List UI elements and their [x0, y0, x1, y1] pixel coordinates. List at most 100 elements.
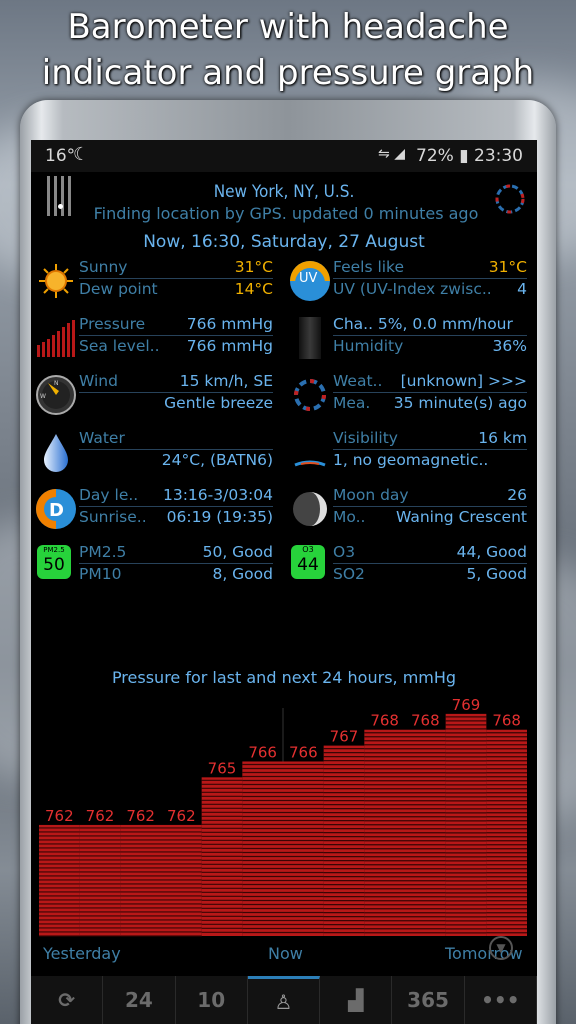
chart-bar [79, 824, 121, 937]
pm-badge-value: 50 [43, 555, 65, 575]
daylight-cell[interactable]: D Day le.. 13:16-3/03:04 Sunrise.. 06:19 (… [31, 486, 279, 530]
chart-bar [161, 824, 202, 937]
chart-data-label: 762 [167, 807, 196, 825]
nav-24-hours[interactable]: 24 [103, 976, 176, 1024]
dew-point-label: Dew point [79, 280, 158, 298]
nav-365-days[interactable]: 365 [392, 976, 465, 1024]
status-bar: 16° ☾ ⇋ ◢ 72% ▮ 23:30 [31, 140, 537, 172]
moon-phase-value: Waning Crescent [396, 508, 527, 526]
precip-cell[interactable]: Cha.. 5%, 0.0 mm/hour Humidity 36% [285, 315, 533, 359]
refresh-spinner-icon[interactable] [493, 182, 527, 216]
chart-data-label: 762 [126, 807, 155, 825]
scroll-down-icon[interactable]: ▼ [489, 936, 513, 960]
chart-data-label: 768 [492, 712, 521, 730]
precip-chance-label: Cha.. 5%, 0.0 mm/hour [333, 315, 513, 333]
headline-line2: indicator and pressure graph [41, 53, 535, 93]
temperature-cell[interactable]: Sunny 31°C Dew point 14°C [31, 258, 279, 302]
moon-cell[interactable]: Moon day 26 Mo.. Waning Crescent [285, 486, 533, 530]
status-temperature: 16° [45, 146, 76, 166]
chart-bar [405, 729, 446, 936]
uv-label: UV (UV-Index zwisc.. [333, 280, 492, 298]
o3-badge-value: 44 [297, 555, 319, 575]
crescent-moon-icon: ☾ [73, 144, 90, 165]
geomagnetic-icon [294, 460, 326, 467]
daylight-icon: D [36, 489, 76, 529]
pm10-value: 8, Good [212, 565, 273, 583]
pm25-value: 50, Good [202, 543, 273, 561]
chart-data-label: 769 [452, 696, 481, 714]
o3-label: O3 [333, 543, 356, 561]
alert-ring-icon [294, 379, 326, 411]
humidity-label: Humidity [333, 337, 404, 355]
signal-icon: ⇋ ◢ [378, 146, 405, 162]
pm10-label: PM10 [79, 565, 122, 583]
pm-badge-top: PM2.5 [43, 546, 65, 554]
wind-cell[interactable]: N W Wind 15 km/h, SE Gentle breeze [31, 372, 279, 416]
chart-bar [283, 761, 324, 936]
sea-level-value: 766 mmHg [186, 337, 273, 355]
pressure-chart[interactable]: 762 762 762 762 765 766 766 767 768 768 769 768 [31, 688, 537, 958]
o3-value: 44, Good [456, 543, 527, 561]
chart-bar [120, 824, 161, 937]
so2-label: SO2 [333, 565, 365, 583]
weather-alert-cell[interactable]: Weat.. [unknown] >>> Mea. 35 minute(s) ago [285, 372, 533, 416]
svg-text:W: W [40, 393, 46, 400]
location-title[interactable]: New York, NY, U.S. [31, 182, 537, 202]
water-drop-icon [44, 434, 68, 472]
dew-point-value: 14°C [234, 280, 273, 298]
chart-title: Pressure for last and next 24 hours, mmH… [111, 668, 457, 687]
nav-10-days[interactable]: 10 [176, 976, 248, 1024]
chart-data-label: 766 [289, 743, 318, 761]
temperature-value: 31°C [234, 258, 273, 276]
chart-data-label: 762 [86, 807, 115, 825]
chart-bar [242, 761, 283, 936]
chart-data-label: 768 [411, 712, 440, 730]
location-status: Finding location by GPS. updated 0 minut… [93, 204, 479, 223]
status-time: 23:30 [474, 146, 523, 166]
weather-value[interactable]: [unknown] >>> [401, 372, 527, 390]
visibility-cell[interactable]: Visibility 16 km 1, no geomagnetic.. [285, 429, 533, 473]
uv-value: 4 [517, 280, 527, 298]
pressure-bars-icon [37, 320, 75, 357]
wind-value: 15 km/h, SE [179, 372, 273, 390]
particulate-cell[interactable]: PM2.5 50 PM2.5 50, Good PM10 8, Good [31, 543, 279, 587]
chart-icon[interactable]: ▟ [320, 976, 393, 1024]
humidity-value: 36% [492, 337, 527, 355]
x-label-now: Now [268, 944, 303, 963]
so2-value: 5, Good [466, 565, 527, 583]
sunrise-value: 06:19 (19:35) [166, 508, 273, 526]
ozone-cell[interactable]: O3 44 O3 44, Good SO2 5, Good [285, 543, 533, 587]
more-icon[interactable]: ••• [465, 976, 537, 1024]
chart-data-label: 765 [208, 759, 237, 777]
app-headline: Barometer with headache indicator and pr… [0, 4, 576, 96]
person-icon[interactable]: ♙ [247, 976, 321, 1024]
uv-cell[interactable]: UV Feels like 31°C UV (UV-Index zwisc.. 4 [285, 258, 533, 302]
x-label-yesterday: Yesterday [43, 944, 121, 963]
current-datetime: Now, 16:30, Saturday, 27 August [143, 232, 425, 252]
chart-bar [486, 729, 527, 936]
battery-icon: ▮ [459, 146, 469, 166]
chart-data-label: 766 [248, 743, 277, 761]
status-right: 72% ▮ 23:30 [416, 146, 523, 166]
measured-value: 35 minute(s) ago [393, 394, 527, 412]
chart-bar [201, 777, 243, 936]
chart-bar [364, 729, 405, 936]
compass-icon: N W [36, 375, 76, 415]
chart-bar [445, 713, 487, 936]
feels-like-value: 31°C [488, 258, 527, 276]
chart-bar [323, 745, 365, 936]
moon-day-label: Moon day [333, 486, 409, 504]
refresh-icon[interactable]: ⟳ [31, 976, 104, 1024]
measured-label: Mea. [333, 394, 371, 412]
pressure-label: Pressure [79, 315, 146, 333]
feels-like-label: Feels like [333, 258, 405, 276]
app-screen: 16° ☾ ⇋ ◢ 72% ▮ 23:30 New York, NY, U.S.… [31, 140, 537, 1024]
water-cell[interactable]: Water 24°C, (BATN6) [31, 429, 279, 473]
pm25-label: PM2.5 [79, 543, 127, 561]
water-value: 24°C, (BATN6) [161, 451, 273, 469]
battery-level: 72% [416, 146, 454, 166]
wind-label: Wind [79, 372, 118, 390]
pressure-cell[interactable]: Pressure 766 mmHg Sea level.. 766 mmHg [31, 315, 279, 359]
day-length-label: Day le.. [79, 486, 139, 504]
chart-data-label: 767 [330, 728, 359, 746]
